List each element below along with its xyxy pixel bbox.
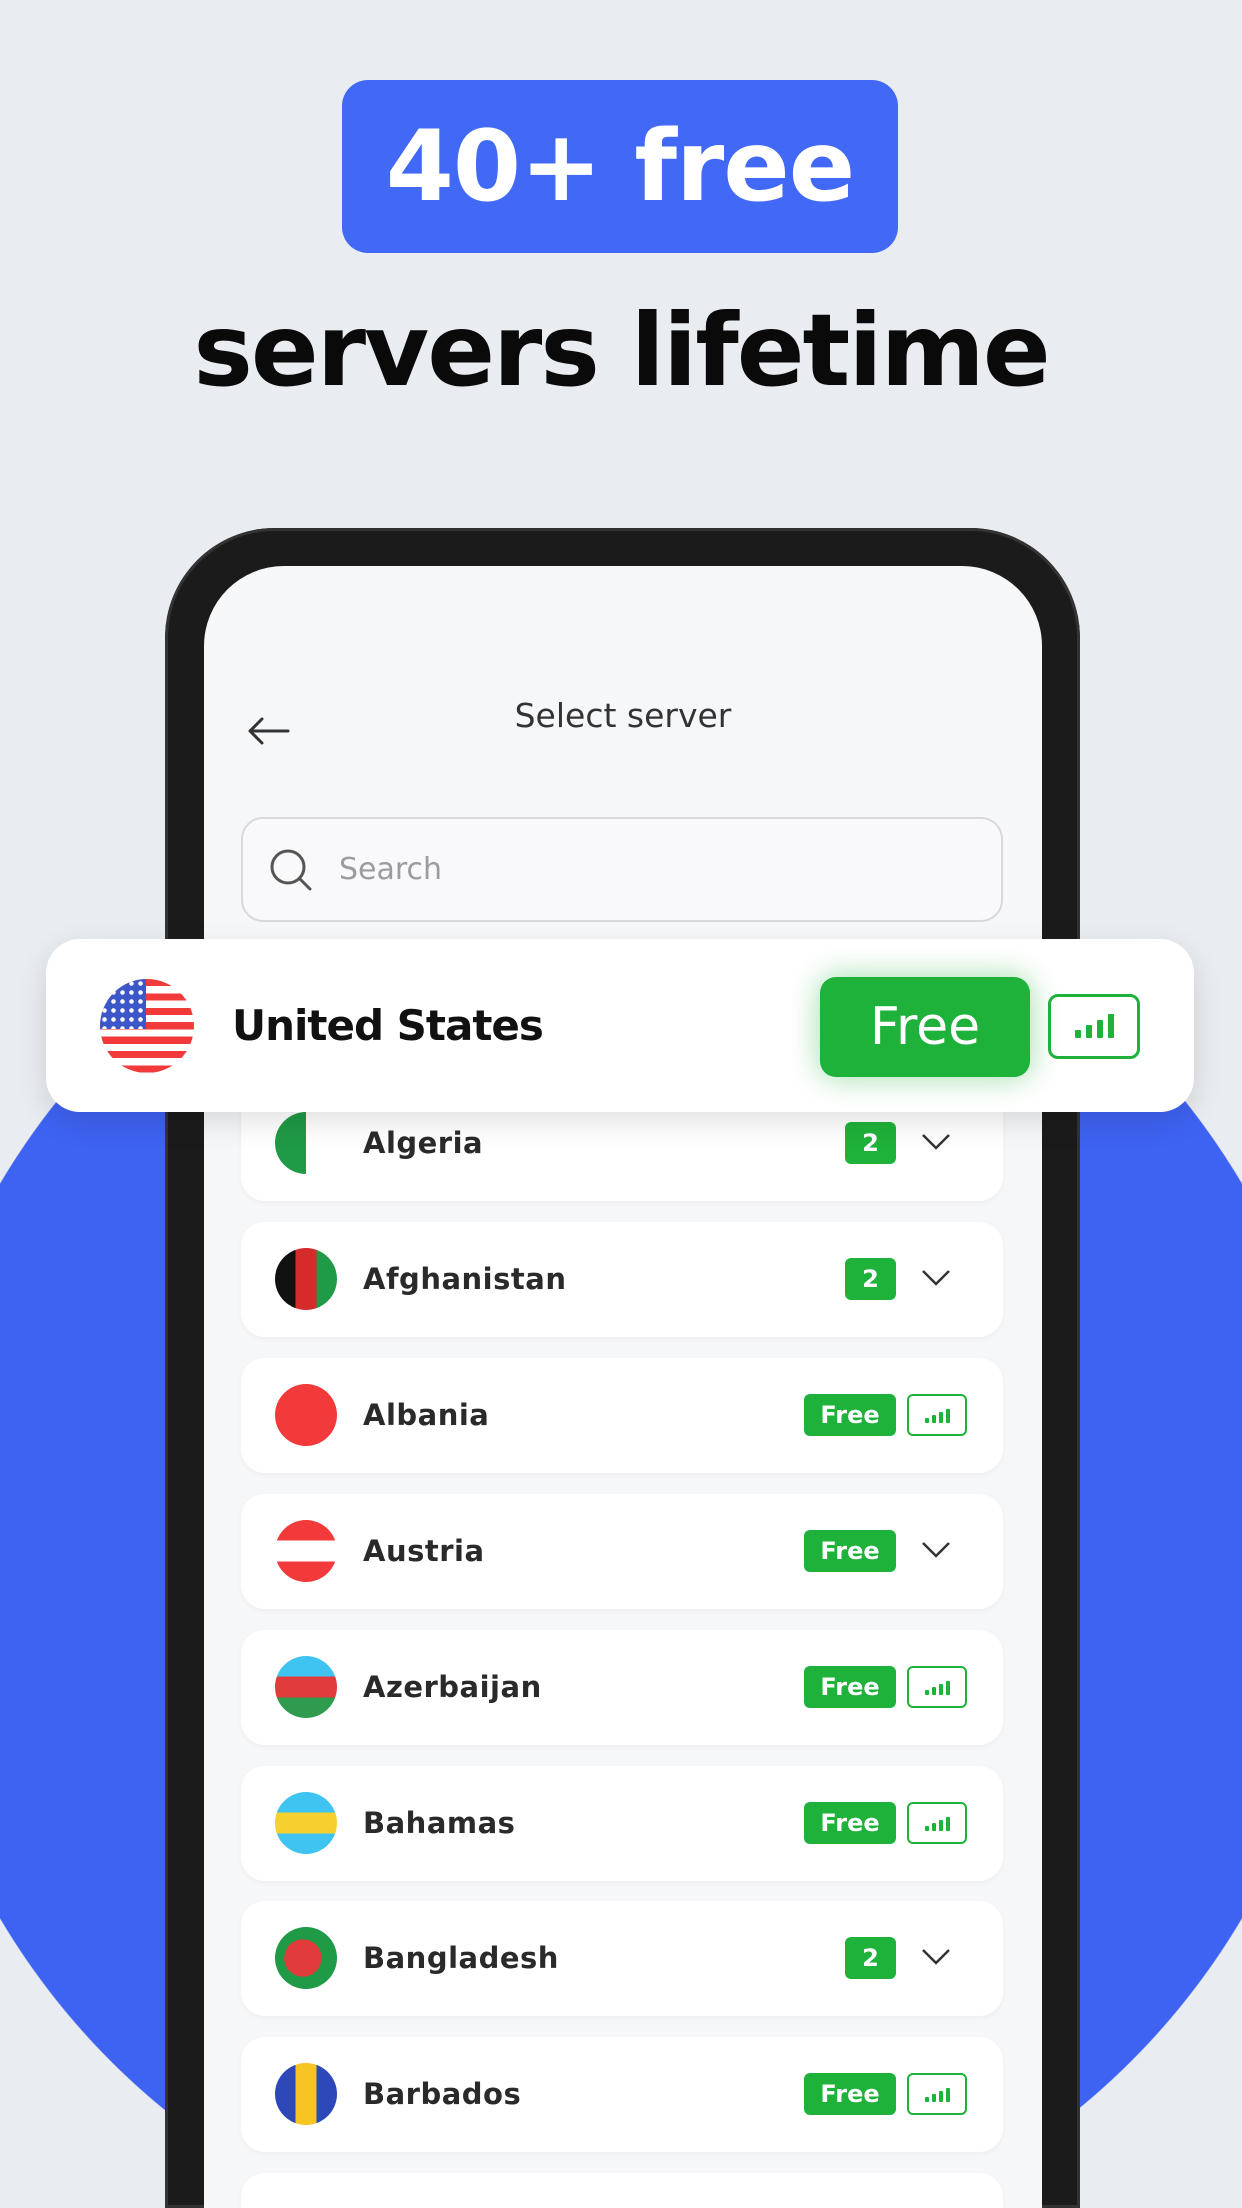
chevron-down-icon[interactable] bbox=[916, 1258, 956, 1298]
server-row[interactable]: Barbados Free bbox=[241, 2037, 1003, 2152]
chevron-down-icon[interactable] bbox=[916, 1937, 956, 1977]
flag-icon bbox=[275, 1656, 337, 1718]
server-row[interactable]: Albania Free bbox=[241, 1358, 1003, 1473]
search-input[interactable] bbox=[339, 852, 939, 887]
flag-icon bbox=[275, 1927, 337, 1989]
flag-icon bbox=[275, 1248, 337, 1310]
country-name: Albania bbox=[363, 1398, 490, 1432]
free-badge: Free bbox=[804, 1666, 896, 1708]
free-badge: Free bbox=[804, 2073, 896, 2115]
signal-bars-icon[interactable] bbox=[907, 1394, 967, 1436]
featured-country-name: United States bbox=[232, 1001, 544, 1050]
chevron-down-icon[interactable] bbox=[916, 1530, 956, 1570]
country-name: Barbados bbox=[363, 2077, 522, 2111]
flag-icon bbox=[275, 1384, 337, 1446]
featured-free-button[interactable]: Free bbox=[820, 977, 1030, 1077]
signal-bars-icon[interactable] bbox=[907, 1666, 967, 1708]
server-row[interactable] bbox=[241, 2173, 1003, 2208]
server-count-badge: 2 bbox=[845, 1258, 896, 1300]
country-name: Azerbaijan bbox=[363, 1670, 542, 1704]
server-count-badge: 2 bbox=[845, 1122, 896, 1164]
server-row[interactable]: Afghanistan 2 bbox=[241, 1222, 1003, 1337]
search-icon bbox=[270, 849, 312, 890]
server-count-badge: 2 bbox=[845, 1937, 896, 1979]
promo-headline: servers lifetime bbox=[193, 292, 1050, 409]
search-field[interactable] bbox=[241, 817, 1003, 922]
promo-badge: 40+ free bbox=[342, 80, 898, 253]
flag-icon bbox=[275, 1112, 337, 1174]
free-badge: Free bbox=[804, 1530, 896, 1572]
country-name: Bangladesh bbox=[363, 1941, 559, 1975]
country-name: Afghanistan bbox=[363, 1262, 567, 1296]
signal-bars-icon[interactable] bbox=[1048, 994, 1140, 1059]
flag-icon bbox=[275, 2063, 337, 2125]
free-badge: Free bbox=[804, 1394, 896, 1436]
country-name: Bahamas bbox=[363, 1806, 516, 1840]
page-title: Select server bbox=[514, 696, 732, 735]
server-row[interactable]: Bangladesh 2 bbox=[241, 1901, 1003, 2016]
server-row[interactable]: Azerbaijan Free bbox=[241, 1630, 1003, 1745]
signal-bars-icon[interactable] bbox=[907, 1802, 967, 1844]
server-row[interactable]: Bahamas Free bbox=[241, 1766, 1003, 1881]
country-name: Austria bbox=[363, 1534, 485, 1568]
chevron-down-icon[interactable] bbox=[916, 1122, 956, 1162]
flag-icon bbox=[275, 1792, 337, 1854]
server-row[interactable]: Austria Free bbox=[241, 1494, 1003, 1609]
us-flag-icon bbox=[100, 979, 194, 1073]
featured-server-card[interactable]: United States Free bbox=[46, 939, 1194, 1112]
signal-bars-icon[interactable] bbox=[907, 2073, 967, 2115]
phone-screen: Select server Algeria 2 Afghanistan 2 Al… bbox=[204, 566, 1042, 2208]
free-badge: Free bbox=[804, 1802, 896, 1844]
flag-icon bbox=[275, 1520, 337, 1582]
